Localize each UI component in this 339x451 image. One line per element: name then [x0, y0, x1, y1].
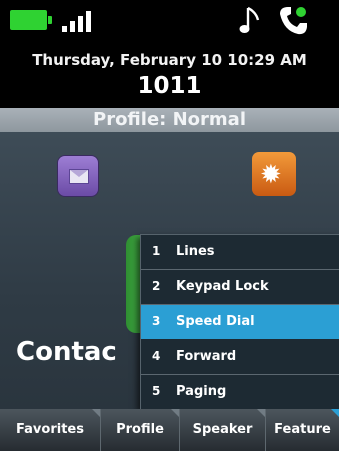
softkey-label: Favorites — [16, 422, 84, 437]
menu-item-number: 4 — [152, 349, 161, 363]
menu-item-number: 3 — [152, 314, 161, 328]
softkey-label: Profile — [116, 422, 164, 437]
profile-label: Profile: Normal — [93, 109, 246, 130]
softkey-features[interactable]: Feature — [266, 409, 339, 451]
softkey-profile[interactable]: Profile — [101, 409, 179, 451]
envelope-icon — [69, 169, 89, 184]
menu-item-label: Keypad Lock — [176, 279, 269, 294]
menu-item-forward[interactable]: 4 Forward — [141, 340, 339, 375]
menu-item-label: Lines — [176, 244, 215, 259]
messages-icon[interactable] — [58, 156, 98, 196]
softkey-notch — [171, 409, 179, 417]
softkey-label: Speaker — [192, 422, 253, 437]
menu-item-keypad-lock[interactable]: 2 Keypad Lock — [141, 270, 339, 305]
softkey-notch — [331, 409, 339, 417]
handset-icon — [280, 7, 307, 35]
softkey-favorites[interactable]: Favorites — [0, 409, 100, 451]
softkey-speaker[interactable]: Speaker — [180, 409, 265, 451]
softkey-bar: Favorites Profile Speaker Feature — [0, 409, 339, 451]
menu-item-number: 5 — [152, 384, 161, 398]
music-note-icon — [239, 6, 260, 33]
settings-icon[interactable]: ✹ — [252, 152, 296, 196]
profile-bar[interactable]: Profile: Normal — [0, 108, 339, 132]
features-menu: 1 Lines 2 Keypad Lock 3 Speed Dial 4 For… — [140, 234, 339, 409]
status-bar — [0, 0, 339, 44]
menu-item-lines[interactable]: 1 Lines — [141, 235, 339, 270]
menu-item-number: 1 — [152, 244, 161, 258]
softkey-notch — [92, 409, 100, 417]
battery-icon — [10, 10, 52, 30]
menu-item-paging[interactable]: 5 Paging — [141, 375, 339, 409]
extension-number: 1011 — [137, 73, 202, 99]
date-time: Thursday, February 10 10:29 AM — [32, 51, 307, 69]
header: Thursday, February 10 10:29 AM 1011 — [0, 44, 339, 108]
softkey-notch — [257, 409, 265, 417]
menu-item-speed-dial[interactable]: 3 Speed Dial — [141, 305, 339, 339]
menu-item-label: Speed Dial — [176, 314, 255, 329]
contacts-label[interactable]: Contac — [16, 337, 117, 367]
menu-item-number: 2 — [152, 279, 161, 293]
menu-item-label: Forward — [176, 349, 237, 364]
gears-icon: ✹ — [260, 160, 282, 190]
signal-icon — [60, 10, 100, 32]
phone-screen: Thursday, February 10 10:29 AM 1011 Prof… — [0, 0, 339, 451]
menu-item-label: Paging — [176, 384, 227, 399]
softkey-label: Feature — [274, 422, 331, 437]
